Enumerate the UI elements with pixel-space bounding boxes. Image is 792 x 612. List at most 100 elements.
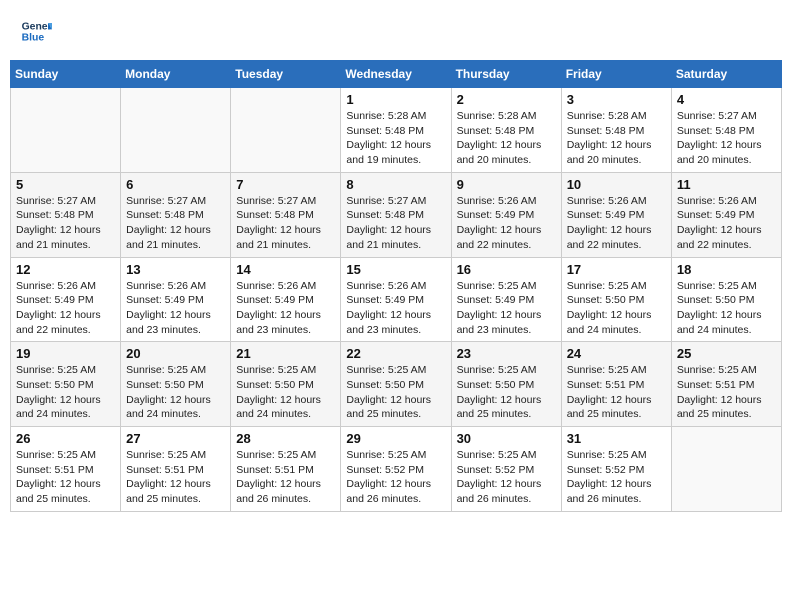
calendar-cell: 23 Sunrise: 5:25 AM Sunset: 5:50 PM Dayli… [451, 342, 561, 427]
day-info: Sunrise: 5:28 AM Sunset: 5:48 PM Dayligh… [346, 109, 445, 168]
day-number: 30 [457, 431, 556, 446]
day-info: Sunrise: 5:27 AM Sunset: 5:48 PM Dayligh… [677, 109, 776, 168]
day-number: 19 [16, 346, 115, 361]
day-number: 3 [567, 92, 666, 107]
day-info: Sunrise: 5:25 AM Sunset: 5:50 PM Dayligh… [236, 363, 335, 422]
day-info: Sunrise: 5:27 AM Sunset: 5:48 PM Dayligh… [346, 194, 445, 253]
calendar-cell: 22Sunrise: 5:25 AM Sunset: 5:50 PM Dayli… [341, 342, 451, 427]
day-info: Sunrise: 5:28 AM Sunset: 5:48 PM Dayligh… [567, 109, 666, 168]
calendar-cell: 24Sunrise: 5:25 AM Sunset: 5:51 PM Dayli… [561, 342, 671, 427]
calendar-cell: 20 Sunrise: 5:25 AM Sunset: 5:50 PM Dayli… [121, 342, 231, 427]
calendar-week-2: 5 Sunrise: 5:27 AM Sunset: 5:48 PM Daylig… [11, 172, 782, 257]
day-number: 18 [677, 262, 776, 277]
day-number: 4 [677, 92, 776, 107]
day-number: 31 [567, 431, 666, 446]
weekday-header-saturday: Saturday [671, 61, 781, 88]
day-number: 26 [16, 431, 115, 446]
day-info: Sunrise: 5:25 AM Sunset: 5:50 PM Dayligh… [16, 363, 115, 422]
day-info: Sunrise: 5:25 AM Sunset: 5:51 PM Dayligh… [126, 448, 225, 507]
day-number: 1 [346, 92, 445, 107]
day-info: Sunrise: 5:25 AM Sunset: 5:49 PM Dayligh… [457, 279, 556, 338]
day-info: Sunrise: 5:25 AM Sunset: 5:50 PM Dayligh… [677, 279, 776, 338]
page-header: General Blue [10, 10, 782, 52]
day-info: Sunrise: 5:25 AM Sunset: 5:50 PM Dayligh… [126, 363, 225, 422]
logo: General Blue [20, 15, 52, 47]
weekday-header-sunday: Sunday [11, 61, 121, 88]
svg-text:General: General [22, 21, 52, 32]
calendar-week-5: 26 Sunrise: 5:25 AM Sunset: 5:51 PM Dayli… [11, 427, 782, 512]
day-number: 28 [236, 431, 335, 446]
weekday-header-friday: Friday [561, 61, 671, 88]
day-number: 22 [346, 346, 445, 361]
calendar-week-4: 19 Sunrise: 5:25 AM Sunset: 5:50 PM Dayli… [11, 342, 782, 427]
day-number: 29 [346, 431, 445, 446]
day-info: Sunrise: 5:25 AM Sunset: 5:51 PM Dayligh… [236, 448, 335, 507]
day-number: 10 [567, 177, 666, 192]
calendar-cell: 6 Sunrise: 5:27 AM Sunset: 5:48 PM Daylig… [121, 172, 231, 257]
day-info: Sunrise: 5:25 AM Sunset: 5:50 PM Dayligh… [457, 363, 556, 422]
calendar-cell: 29Sunrise: 5:25 AM Sunset: 5:52 PM Dayli… [341, 427, 451, 512]
weekday-header-row: SundayMondayTuesdayWednesdayThursdayFrid… [11, 61, 782, 88]
calendar-cell: 4 Sunrise: 5:27 AM Sunset: 5:48 PM Daylig… [671, 88, 781, 173]
day-number: 15 [346, 262, 445, 277]
day-info: Sunrise: 5:25 AM Sunset: 5:51 PM Dayligh… [16, 448, 115, 507]
day-number: 9 [457, 177, 556, 192]
calendar-cell: 28 Sunrise: 5:25 AM Sunset: 5:51 PM Dayli… [231, 427, 341, 512]
weekday-header-monday: Monday [121, 61, 231, 88]
day-number: 2 [457, 92, 556, 107]
day-info: Sunrise: 5:26 AM Sunset: 5:49 PM Dayligh… [567, 194, 666, 253]
day-info: Sunrise: 5:27 AM Sunset: 5:48 PM Dayligh… [126, 194, 225, 253]
day-info: Sunrise: 5:28 AM Sunset: 5:48 PM Dayligh… [457, 109, 556, 168]
day-number: 8 [346, 177, 445, 192]
calendar-cell: 12 Sunrise: 5:26 AM Sunset: 5:49 PM Dayli… [11, 257, 121, 342]
calendar-cell: 13Sunrise: 5:26 AM Sunset: 5:49 PM Dayli… [121, 257, 231, 342]
day-info: Sunrise: 5:26 AM Sunset: 5:49 PM Dayligh… [457, 194, 556, 253]
day-number: 17 [567, 262, 666, 277]
day-number: 6 [126, 177, 225, 192]
calendar-cell: 5 Sunrise: 5:27 AM Sunset: 5:48 PM Daylig… [11, 172, 121, 257]
day-number: 14 [236, 262, 335, 277]
calendar-week-1: 1 Sunrise: 5:28 AM Sunset: 5:48 PM Daylig… [11, 88, 782, 173]
calendar-cell: 18 Sunrise: 5:25 AM Sunset: 5:50 PM Dayli… [671, 257, 781, 342]
day-info: Sunrise: 5:27 AM Sunset: 5:48 PM Dayligh… [16, 194, 115, 253]
calendar-cell: 16Sunrise: 5:25 AM Sunset: 5:49 PM Dayli… [451, 257, 561, 342]
day-number: 13 [126, 262, 225, 277]
day-info: Sunrise: 5:25 AM Sunset: 5:52 PM Dayligh… [457, 448, 556, 507]
calendar-cell: 17 Sunrise: 5:25 AM Sunset: 5:50 PM Dayli… [561, 257, 671, 342]
day-info: Sunrise: 5:25 AM Sunset: 5:50 PM Dayligh… [567, 279, 666, 338]
weekday-header-wednesday: Wednesday [341, 61, 451, 88]
calendar-cell: 7Sunrise: 5:27 AM Sunset: 5:48 PM Daylig… [231, 172, 341, 257]
calendar-cell [11, 88, 121, 173]
day-number: 5 [16, 177, 115, 192]
day-number: 20 [126, 346, 225, 361]
day-number: 27 [126, 431, 225, 446]
day-number: 23 [457, 346, 556, 361]
calendar-cell: 1 Sunrise: 5:28 AM Sunset: 5:48 PM Daylig… [341, 88, 451, 173]
day-info: Sunrise: 5:27 AM Sunset: 5:48 PM Dayligh… [236, 194, 335, 253]
day-info: Sunrise: 5:26 AM Sunset: 5:49 PM Dayligh… [236, 279, 335, 338]
calendar-week-3: 12 Sunrise: 5:26 AM Sunset: 5:49 PM Dayli… [11, 257, 782, 342]
day-number: 12 [16, 262, 115, 277]
svg-text:Blue: Blue [22, 33, 45, 44]
day-info: Sunrise: 5:25 AM Sunset: 5:51 PM Dayligh… [677, 363, 776, 422]
calendar-cell: 27 Sunrise: 5:25 AM Sunset: 5:51 PM Dayli… [121, 427, 231, 512]
calendar-cell: 14 Sunrise: 5:26 AM Sunset: 5:49 PM Dayli… [231, 257, 341, 342]
day-number: 25 [677, 346, 776, 361]
calendar-cell [671, 427, 781, 512]
day-number: 21 [236, 346, 335, 361]
day-number: 24 [567, 346, 666, 361]
calendar-table: SundayMondayTuesdayWednesdayThursdayFrid… [10, 60, 782, 512]
calendar-cell: 30 Sunrise: 5:25 AM Sunset: 5:52 PM Dayli… [451, 427, 561, 512]
day-info: Sunrise: 5:26 AM Sunset: 5:49 PM Dayligh… [16, 279, 115, 338]
calendar-cell: 3 Sunrise: 5:28 AM Sunset: 5:48 PM Daylig… [561, 88, 671, 173]
calendar-cell: 15Sunrise: 5:26 AM Sunset: 5:49 PM Dayli… [341, 257, 451, 342]
day-info: Sunrise: 5:25 AM Sunset: 5:52 PM Dayligh… [567, 448, 666, 507]
logo-icon: General Blue [20, 15, 52, 47]
calendar-cell: 31 Sunrise: 5:25 AM Sunset: 5:52 PM Dayli… [561, 427, 671, 512]
calendar-cell: 26 Sunrise: 5:25 AM Sunset: 5:51 PM Dayli… [11, 427, 121, 512]
day-number: 11 [677, 177, 776, 192]
weekday-header-tuesday: Tuesday [231, 61, 341, 88]
calendar-cell: 21 Sunrise: 5:25 AM Sunset: 5:50 PM Dayli… [231, 342, 341, 427]
calendar-cell: 25 Sunrise: 5:25 AM Sunset: 5:51 PM Dayli… [671, 342, 781, 427]
calendar-cell: 11Sunrise: 5:26 AM Sunset: 5:49 PM Dayli… [671, 172, 781, 257]
